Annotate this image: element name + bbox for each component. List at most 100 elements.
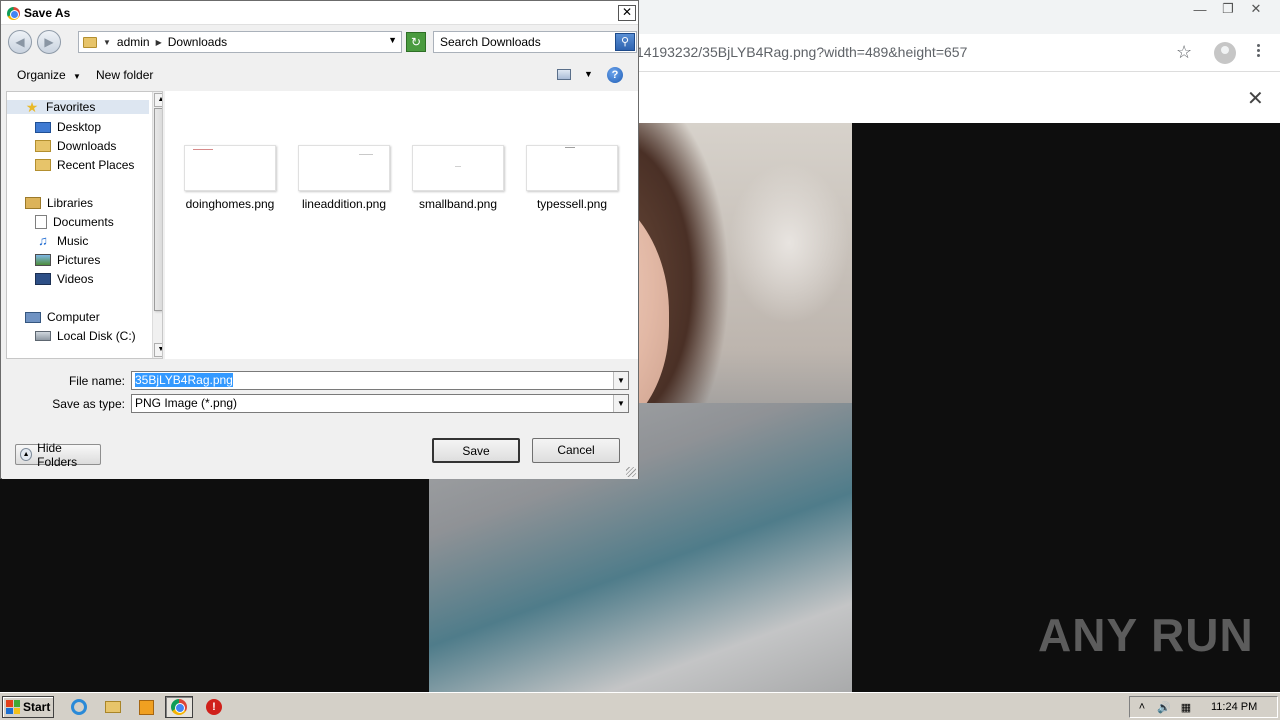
save-type-label: Save as type:: [52, 397, 125, 411]
file-thumbnail: [526, 145, 618, 191]
tray-expand-icon[interactable]: ˄: [1135, 701, 1149, 713]
documents-icon: [35, 215, 47, 229]
chevron-down-icon: ▼: [73, 72, 81, 81]
libraries-icon: [25, 197, 41, 209]
search-input[interactable]: Search Downloads ⚲: [433, 31, 637, 53]
bookmark-star-icon[interactable]: ☆: [1176, 42, 1192, 63]
file-explorer-icon[interactable]: [99, 696, 127, 718]
scrollbar-thumb[interactable]: [154, 108, 162, 311]
file-thumbnail: [298, 145, 390, 191]
file-item[interactable]: doinghomes.png: [175, 145, 285, 211]
restore-icon[interactable]: ❐: [1214, 0, 1242, 18]
dialog-title: Save As: [24, 6, 71, 20]
forward-button[interactable]: ▶: [37, 30, 61, 54]
tree-item-videos[interactable]: Videos: [35, 272, 93, 286]
nav-scrollbar[interactable]: ▲ ▼: [152, 92, 162, 358]
chevron-down-icon[interactable]: ▼: [613, 395, 628, 412]
hide-folders-button[interactable]: ▲ Hide Folders: [15, 441, 101, 469]
chrome-icon: [7, 7, 20, 20]
scroll-down-icon[interactable]: ▼: [154, 343, 162, 357]
save-type-select[interactable]: PNG Image (*.png) ▼: [131, 394, 629, 413]
dialog-titlebar: Save As ✕: [1, 1, 638, 25]
media-player-icon[interactable]: [132, 696, 160, 718]
music-note-icon: ♫: [38, 233, 48, 248]
file-thumbnail: [412, 145, 504, 191]
file-name-label: typessell.png: [536, 197, 608, 211]
file-name-label: lineaddition.png: [301, 197, 387, 211]
save-button[interactable]: Save: [432, 438, 520, 463]
chrome-taskbar-icon[interactable]: [165, 696, 193, 718]
folder-icon: [83, 36, 97, 48]
tree-item-downloads[interactable]: Downloads: [35, 139, 116, 153]
search-icon[interactable]: ⚲: [615, 33, 635, 51]
command-toolbar: Organize ▼ New folder ▼ ?: [2, 62, 638, 90]
breadcrumb-admin[interactable]: admin: [117, 35, 150, 49]
save-type-value: PNG Image (*.png): [135, 396, 238, 410]
breadcrumb-separator-icon[interactable]: ▶: [156, 38, 162, 47]
tree-item-desktop[interactable]: Desktop: [35, 120, 101, 134]
back-button[interactable]: ◀: [8, 30, 32, 54]
volume-icon[interactable]: 🔊: [1157, 701, 1171, 714]
system-tray: ˄ 🔊 ▦ 11:24 PM: [1129, 696, 1278, 718]
file-name-field[interactable]: 35BjLYB4Rag.png ▼: [131, 371, 629, 390]
recent-places-icon: [35, 159, 51, 171]
close-icon[interactable]: ✕: [618, 5, 636, 21]
profile-avatar-icon[interactable]: [1214, 42, 1236, 64]
viewer-close-icon[interactable]: ✕: [1247, 86, 1264, 111]
file-thumbnail: [184, 145, 276, 191]
window-controls: — ❐ ✕: [1186, 0, 1270, 18]
internet-explorer-icon[interactable]: [65, 696, 93, 718]
windows-logo-icon: [6, 700, 20, 714]
search-placeholder: Search Downloads: [440, 35, 541, 49]
tree-item-documents[interactable]: Documents: [35, 215, 114, 229]
tree-item-pictures[interactable]: Pictures: [35, 253, 100, 267]
navigation-bar: ◀ ▶ ▼ admin ▶ Downloads ▼ ↻ Search Downl…: [2, 26, 638, 58]
network-icon[interactable]: ▦: [1179, 701, 1193, 714]
organize-button[interactable]: Organize ▼: [17, 68, 81, 82]
browser-menu-icon[interactable]: [1254, 42, 1262, 59]
tree-item-local-disk[interactable]: Local Disk (C:): [35, 329, 136, 343]
file-name-label: File name:: [68, 374, 125, 388]
breadcrumb-separator-icon[interactable]: ▼: [103, 38, 111, 47]
chevron-down-icon[interactable]: ▼: [584, 69, 593, 79]
taskbar: Start ! ˄ 🔊 ▦ 11:24 PM: [0, 692, 1280, 720]
file-name-value: 35BjLYB4Rag.png: [135, 373, 233, 387]
breadcrumb[interactable]: ▼ admin ▶ Downloads ▼: [78, 31, 402, 53]
favorites-star-icon: ★: [25, 99, 39, 115]
file-list: doinghomes.png lineaddition.png smallban…: [165, 91, 638, 359]
file-item[interactable]: smallband.png: [403, 145, 513, 211]
chevron-down-icon[interactable]: ▼: [613, 372, 628, 389]
file-name-label: doinghomes.png: [185, 197, 275, 211]
downloads-folder-icon: [35, 140, 51, 152]
tree-item-music[interactable]: ♫ Music: [35, 233, 88, 249]
videos-icon: [35, 273, 51, 285]
desktop-icon: [35, 121, 51, 133]
url-text[interactable]: 14193232/35BjLYB4Rag.png?width=489&heigh…: [636, 44, 967, 60]
cancel-button[interactable]: Cancel: [532, 438, 620, 463]
tree-item-favorites[interactable]: ★ Favorites: [7, 100, 149, 114]
chevron-down-icon[interactable]: ▼: [388, 35, 397, 45]
dialog-bottom-panel: File name: 35BjLYB4Rag.png ▼ Save as typ…: [2, 361, 638, 479]
minimize-icon[interactable]: —: [1186, 0, 1214, 18]
resize-grip-icon[interactable]: [626, 467, 636, 477]
tree-item-libraries[interactable]: Libraries: [25, 196, 93, 210]
watermark-logo: ANY RUN: [1038, 609, 1254, 661]
navigation-pane: ★ Favorites Desktop Downloads Recent Pla…: [6, 91, 163, 359]
clock[interactable]: 11:24 PM: [1211, 701, 1257, 713]
pictures-icon: [35, 254, 51, 266]
start-button[interactable]: Start: [2, 696, 54, 718]
hard-disk-icon: [35, 331, 51, 341]
breadcrumb-downloads[interactable]: Downloads: [168, 35, 227, 49]
view-options-icon[interactable]: [557, 69, 571, 80]
close-window-icon[interactable]: ✕: [1242, 0, 1270, 18]
chevron-up-icon: ▲: [20, 448, 33, 461]
tree-item-recent-places[interactable]: Recent Places: [35, 158, 134, 172]
file-item[interactable]: lineaddition.png: [289, 145, 399, 211]
tree-item-computer[interactable]: Computer: [25, 310, 100, 324]
scroll-up-icon[interactable]: ▲: [154, 93, 162, 107]
help-icon[interactable]: ?: [607, 67, 623, 83]
stop-sign-icon[interactable]: !: [200, 696, 228, 718]
file-item[interactable]: typessell.png: [517, 145, 627, 211]
new-folder-button[interactable]: New folder: [96, 68, 153, 82]
refresh-icon[interactable]: ↻: [406, 32, 426, 52]
